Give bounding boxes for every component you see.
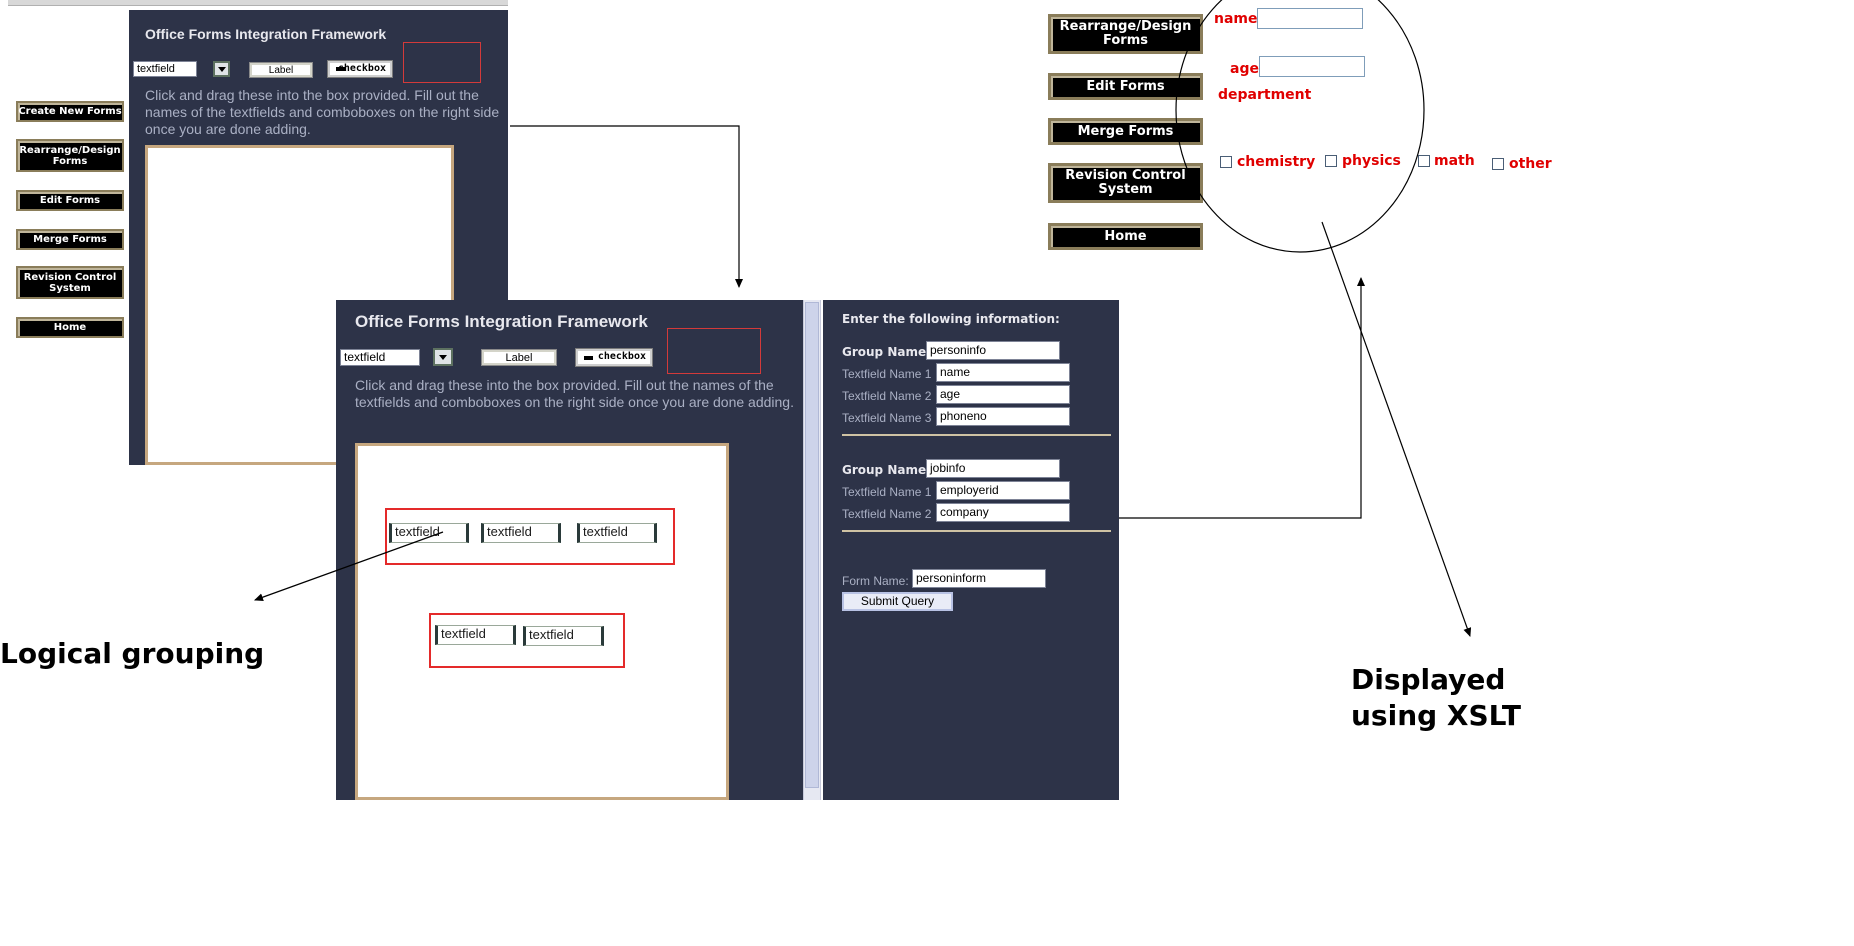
palette-textfield-main[interactable]: textfield	[340, 349, 420, 366]
palette-label-main[interactable]: Label	[481, 349, 557, 366]
g2-textfield-name-2-input[interactable]: company	[936, 503, 1070, 522]
g1-textfield-name-3-input[interactable]: phoneno	[936, 407, 1070, 426]
create-new-forms-button[interactable]: Create New Forms	[16, 101, 124, 122]
vertical-scrollbar[interactable]	[803, 300, 821, 800]
arrow-form-to-xslt	[1119, 277, 1365, 519]
home-button-2[interactable]: Home	[1048, 223, 1203, 250]
palette-textfield[interactable]: textfield	[133, 61, 197, 77]
math-checkbox[interactable]	[1418, 155, 1430, 167]
divider	[842, 530, 1111, 532]
group-name2-label: Group Name2	[842, 463, 935, 477]
right-window: Rearrange/Design Forms Edit Forms Merge …	[1038, 0, 1288, 300]
designer-panel-main: Office Forms Integration Framework textf…	[336, 300, 803, 800]
arrow-left-to-center	[510, 125, 743, 288]
merge-forms-button-2[interactable]: Merge Forms	[1048, 118, 1203, 145]
group1-textfield-2[interactable]: textfield	[481, 523, 561, 543]
revision-control-system-button[interactable]: Revision Control System	[16, 266, 124, 299]
palette-checkbox-main[interactable]: checkbox	[575, 348, 653, 367]
edit-forms-button[interactable]: Edit Forms	[16, 190, 124, 211]
g2-textfield-name-1-label: Textfield Name 1	[842, 485, 932, 499]
instructions-text-main: Click and drag these into the box provid…	[355, 377, 794, 410]
instructions-text: Click and drag these into the box provid…	[145, 87, 500, 137]
g1-textfield-name-2-input[interactable]: age	[936, 385, 1070, 404]
field-group-2[interactable]: textfield textfield	[429, 613, 625, 668]
form-info-heading: Enter the following information:	[842, 312, 1060, 326]
revision-control-system-button-2[interactable]: Revision Control System	[1048, 163, 1203, 203]
xslt-name-input[interactable]	[1257, 8, 1363, 29]
physics-label: physics	[1342, 153, 1401, 169]
merge-forms-button[interactable]: Merge Forms	[16, 229, 124, 250]
g1-textfield-name-1-input[interactable]: name	[936, 363, 1070, 382]
g1-textfield-name-3-label: Textfield Name 3	[842, 411, 932, 425]
rearrange-design-forms-button[interactable]: Rearrange/Design Forms	[16, 139, 124, 172]
displayed-using-xslt-caption: Displayed using XSLT	[1351, 663, 1521, 732]
chemistry-label: chemistry	[1237, 154, 1316, 170]
g2-textfield-name-2-label: Textfield Name 2	[842, 507, 932, 521]
group-name2-input[interactable]: jobinfo	[926, 459, 1060, 478]
arrow-xslt-caption	[1321, 221, 1472, 637]
palette-dropdown-button-main[interactable]	[433, 348, 453, 366]
group1-textfield-3[interactable]: textfield	[577, 523, 657, 543]
math-label: math	[1434, 153, 1475, 169]
divider	[842, 434, 1111, 436]
xslt-department-label: department	[1218, 87, 1312, 103]
form-info-panel: Enter the following information: Group N…	[823, 300, 1119, 800]
palette-label[interactable]: Label	[249, 62, 313, 78]
group1-textfield-1[interactable]: textfield	[389, 523, 469, 543]
palette-dropdown-button[interactable]	[213, 61, 230, 77]
xslt-name-label: name	[1214, 11, 1258, 27]
g1-textfield-name-2-label: Textfield Name 2	[842, 389, 932, 403]
palette-drop-target-main[interactable]	[667, 328, 761, 374]
form-canvas-main[interactable]: textfield textfield textfield textfield …	[355, 443, 729, 800]
toolbar-strip	[8, 0, 508, 6]
scrollbar-thumb[interactable]	[805, 302, 819, 788]
page-title-main: Office Forms Integration Framework	[355, 312, 648, 331]
palette-drop-target[interactable]	[403, 42, 481, 83]
other-checkbox[interactable]	[1492, 158, 1504, 170]
palette-checkbox[interactable]: checkbox	[327, 60, 393, 78]
other-label: other	[1509, 156, 1552, 172]
group-name1-input[interactable]: personinfo	[926, 341, 1060, 360]
physics-checkbox[interactable]	[1325, 155, 1337, 167]
xslt-age-input[interactable]	[1259, 56, 1365, 77]
g2-textfield-name-1-input[interactable]: employerid	[936, 481, 1070, 500]
home-button[interactable]: Home	[16, 317, 124, 338]
xslt-age-label: age	[1230, 61, 1259, 77]
submit-query-button[interactable]: Submit Query	[842, 592, 953, 611]
group2-textfield-2[interactable]: textfield	[523, 626, 604, 646]
form-name-label: Form Name:	[842, 574, 909, 588]
edit-forms-button-2[interactable]: Edit Forms	[1048, 73, 1203, 100]
rearrange-design-forms-button-2[interactable]: Rearrange/Design Forms	[1048, 14, 1203, 54]
group2-textfield-1[interactable]: textfield	[435, 625, 516, 645]
chemistry-checkbox[interactable]	[1220, 156, 1232, 168]
g1-textfield-name-1-label: Textfield Name 1	[842, 367, 932, 381]
page-title: Office Forms Integration Framework	[145, 26, 387, 42]
form-name-input[interactable]: personinform	[912, 569, 1046, 588]
logical-grouping-caption: Logical grouping	[0, 637, 265, 670]
field-group-1[interactable]: textfield textfield textfield	[385, 508, 675, 565]
group-name1-label: Group Name1	[842, 345, 935, 359]
